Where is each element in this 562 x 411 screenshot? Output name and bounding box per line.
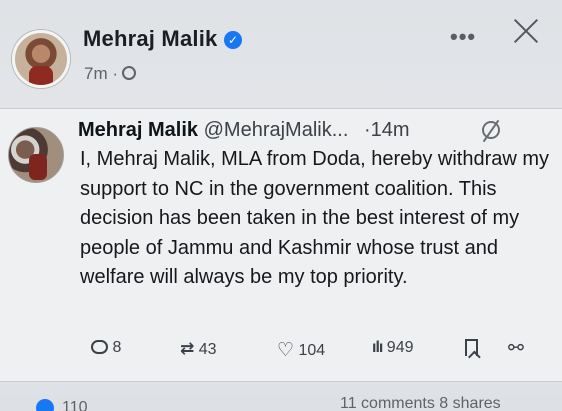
more-options-button[interactable]: ••• [450,24,476,50]
views-count: 949 [386,339,414,356]
globe-icon [122,66,136,80]
close-icon[interactable] [511,16,541,46]
author-avatar[interactable] [12,30,70,88]
heart-icon: ♡ [277,340,295,361]
post-time: 7m · [84,64,118,83]
reply-count: 8 [112,339,122,356]
views-action: ılı 949 [372,339,414,357]
tweet-author-avatar [8,127,64,183]
comment-share-stats[interactable]: 11 comments 8 shares [340,395,501,411]
post-footer: 110 11 comments 8 shares [0,383,562,411]
like-reaction-icon [36,399,54,411]
repost-action: ⇄ 43 [180,339,217,359]
post-header: Mehraj Malik ✓ 7m · ••• [0,0,562,110]
tweet-text: I, Mehraj Malik, MLA from Doda, hereby w… [80,148,550,288]
tweet-header: Mehraj Malik @MehrajMalik... ·14m [78,119,410,142]
share-icon: ⚯ [508,338,524,359]
post-meta: 7m · [84,64,136,84]
repost-count: 43 [198,341,217,358]
author-name[interactable]: Mehraj Malik [83,26,217,52]
bookmark-icon [465,339,478,356]
like-count: 104 [298,342,326,359]
tweet-author-name: Mehraj Malik [78,119,199,141]
screen: Mehraj Malik ✓ 7m · ••• Mehraj Malik @Me… [0,0,562,411]
views-icon: ılı [372,339,383,356]
tweet-actions: 8 ⇄ 43 ♡ 104 ılı 949 ⚯ [0,335,562,365]
reply-action: 8 [91,339,121,357]
reaction-count[interactable]: 110 [62,399,88,411]
verified-badge-icon: ✓ [224,31,242,49]
tweet-handle: @MehrajMalik... [203,119,349,141]
edit-icon [482,121,500,139]
embedded-tweet: Mehraj Malik @MehrajMalik... ·14m I, Meh… [0,108,562,382]
tweet-time: ·14m [363,119,410,141]
like-action: ♡ 104 [277,339,325,362]
reply-icon [91,340,108,354]
repost-icon: ⇄ [180,339,195,358]
